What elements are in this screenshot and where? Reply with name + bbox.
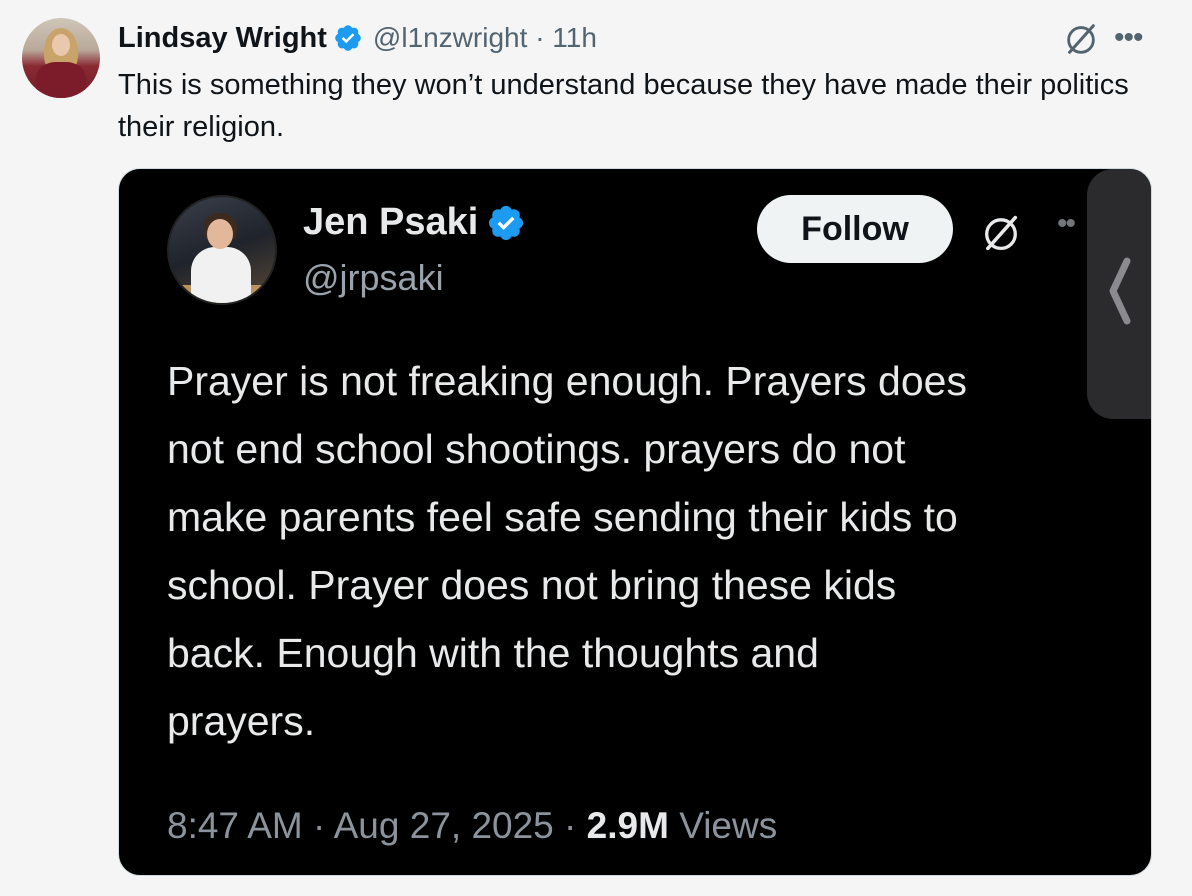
quoted-time: 8:47 AM: [167, 805, 303, 846]
author-avatar[interactable]: [22, 18, 100, 98]
avatar-face: [52, 34, 70, 56]
quoted-text-line: make parents feel safe sending their kid…: [167, 494, 958, 540]
more-icon: ••: [1057, 207, 1076, 240]
tweet-text: This is something they won’t understand …: [118, 69, 1129, 143]
quoted-date: Aug 27, 2025: [333, 805, 554, 846]
separator: ·: [313, 805, 326, 846]
tweet-time[interactable]: 11h: [552, 22, 597, 53]
quoted-text-line: Prayer is not freaking enough. Prayers d…: [167, 358, 967, 404]
quoted-text-line: back. Enough with the thoughts and: [167, 630, 819, 676]
quoted-tweet-image[interactable]: Jen Psaki @jrpsaki Follow •• Prayer is n…: [118, 168, 1152, 876]
handle-text: @l1nzwright: [372, 22, 528, 53]
author-handle[interactable]: @l1nzwright · 11h: [373, 22, 597, 54]
chevron-left-icon: [1109, 257, 1131, 325]
side-panel-handle: [1087, 169, 1151, 419]
more-icon[interactable]: •••: [1114, 20, 1154, 56]
quoted-author-name: Jen Psaki: [303, 201, 479, 243]
avatar-dress: [36, 62, 86, 98]
separator: ·: [564, 805, 577, 846]
avatar-face: [207, 219, 233, 249]
views-count: 2.9M: [586, 805, 669, 846]
quoted-text-line: prayers.: [167, 698, 316, 744]
avatar-body: [191, 247, 251, 303]
grok-icon[interactable]: [1062, 20, 1100, 58]
quoted-author-name-row: Jen Psaki: [303, 201, 526, 244]
tweet: Lindsay Wright @l1nzwright · 11h ••• Thi…: [0, 0, 1192, 896]
tweet-header: Lindsay Wright @l1nzwright · 11h: [118, 20, 597, 56]
quoted-author-handle: @jrpsaki: [303, 257, 444, 298]
quoted-tweet-text: Prayer is not freaking enough. Prayers d…: [167, 347, 1107, 755]
quoted-text-line: school. Prayer does not bring these kids: [167, 562, 897, 608]
quoted-author-avatar: [167, 195, 277, 305]
quoted-tweet-meta: 8:47 AM · Aug 27, 2025 · 2.9M Views: [167, 805, 777, 847]
quoted-text-line: not end school shootings. prayers do not: [167, 426, 906, 472]
verified-badge-icon: [335, 25, 361, 51]
follow-button: Follow: [757, 195, 953, 263]
author-name[interactable]: Lindsay Wright: [118, 22, 327, 55]
verified-badge-icon: [489, 205, 524, 240]
grok-icon: [985, 215, 1018, 251]
separator: ·: [535, 22, 545, 53]
views-label: Views: [679, 805, 778, 846]
